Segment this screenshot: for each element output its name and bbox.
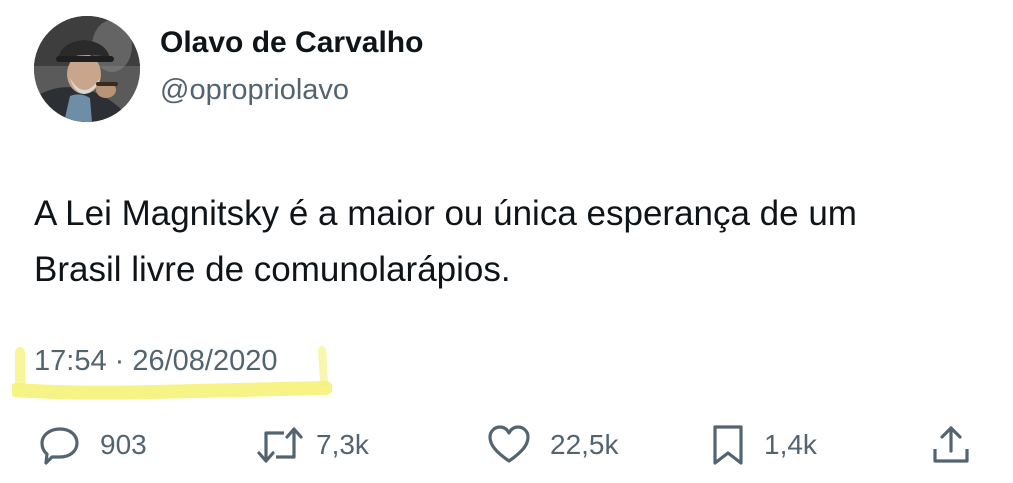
author-handle[interactable]: @opropriolavo (160, 74, 349, 107)
reply-bubble-icon (38, 423, 82, 467)
tweet-actions-bar: 903 7,3k 22,5k 1,4k (0, 420, 1013, 470)
like-button[interactable]: 22,5k (486, 420, 619, 470)
like-count: 22,5k (550, 429, 619, 460)
reply-count: 903 (100, 429, 147, 460)
tweet-timestamp[interactable]: 17:54 · 26/08/2020 (34, 345, 277, 378)
share-button[interactable] (930, 420, 972, 470)
retweet-count: 7,3k (316, 429, 369, 460)
tweet-text: A Lei Magnitsky é a maior ou única esper… (34, 186, 994, 298)
tweet-text-line: Brasil livre de comunolarápios. (34, 250, 511, 289)
bookmark-button[interactable]: 1,4k (710, 420, 817, 470)
tweet-text-line: A Lei Magnitsky é a maior ou única esper… (34, 194, 857, 233)
avatar[interactable] (34, 16, 140, 122)
retweet-button[interactable]: 7,3k (256, 420, 369, 470)
bookmark-count: 1,4k (764, 429, 817, 460)
avatar-photo (34, 16, 140, 122)
author-display-name[interactable]: Olavo de Carvalho (160, 26, 423, 60)
bookmark-icon (710, 423, 746, 467)
tweet-card: Olavo de Carvalho @opropriolavo A Lei Ma… (0, 0, 1013, 483)
heart-icon (486, 423, 532, 467)
reply-button[interactable]: 903 (38, 420, 147, 470)
retweet-icon (256, 423, 304, 467)
share-icon (930, 423, 972, 467)
